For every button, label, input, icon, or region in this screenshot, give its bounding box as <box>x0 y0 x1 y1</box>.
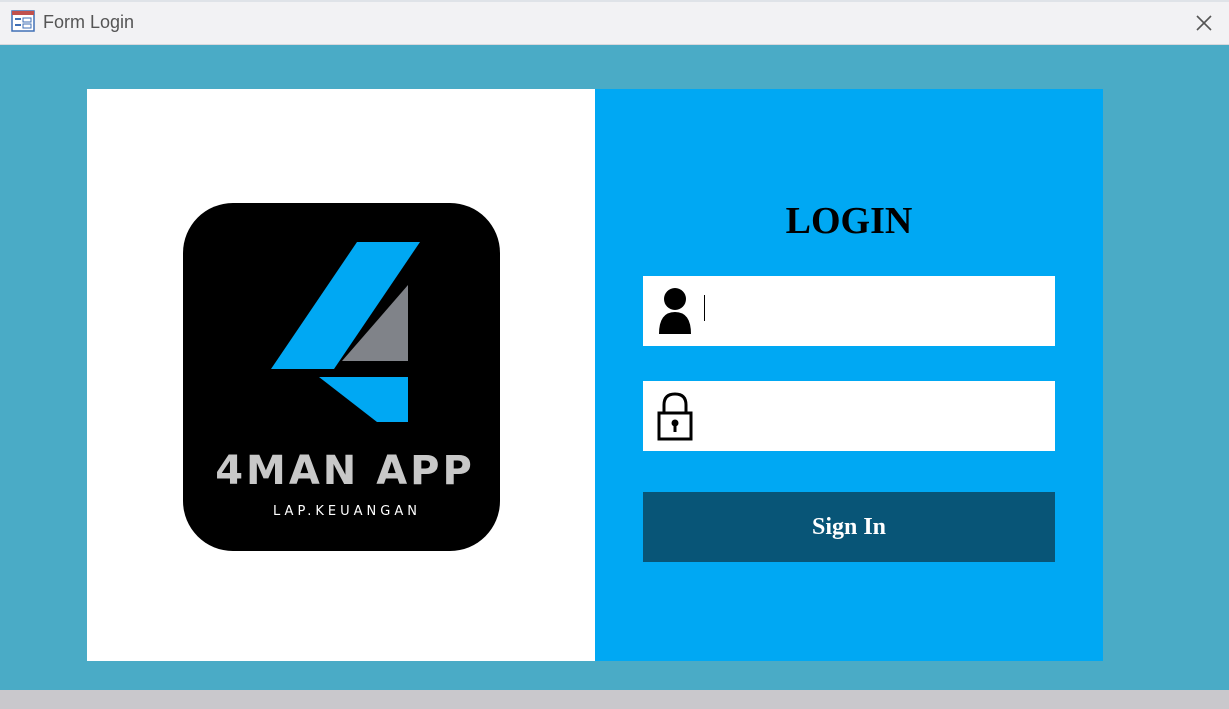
form-icon <box>11 10 35 32</box>
login-heading: LOGIN <box>785 200 913 242</box>
close-icon[interactable] <box>1191 10 1217 36</box>
title-bar: Form Login <box>0 2 1229 45</box>
text-caret <box>704 295 705 321</box>
bottom-strip <box>0 690 1229 709</box>
logo-brand-text: 4MAN APP <box>215 448 475 494</box>
password-input[interactable] <box>703 393 1043 439</box>
password-field[interactable] <box>643 381 1055 451</box>
login-panel: LOGIN Sign In <box>595 89 1103 661</box>
logo-tagline: LAP.KEUANGAN <box>273 504 421 519</box>
username-input[interactable] <box>703 288 1043 334</box>
logo-panel: 4MAN APP LAP.KEUANGAN <box>87 89 595 661</box>
form-area: 4MAN APP LAP.KEUANGAN LOGIN Sign In <box>0 45 1229 690</box>
username-field[interactable] <box>643 276 1055 346</box>
user-icon <box>659 288 691 334</box>
app-logo: 4MAN APP LAP.KEUANGAN <box>183 203 500 551</box>
window-title: Form Login <box>43 12 135 32</box>
sign-in-button[interactable]: Sign In <box>643 492 1055 562</box>
lock-icon <box>657 392 693 441</box>
login-window: Form Login 4MAN APP LAP.KEUANGAN LOGIN S… <box>0 0 1229 709</box>
